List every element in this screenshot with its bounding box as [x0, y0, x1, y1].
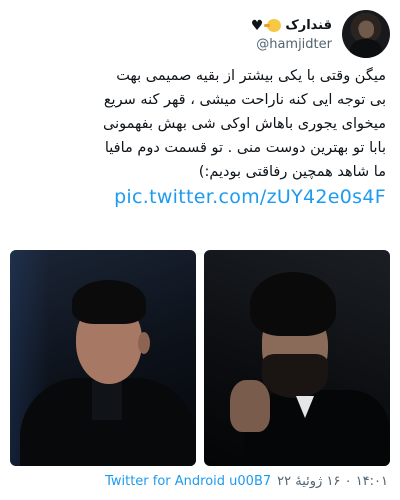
tweet-text: میگن وقتی با یکی بیشتر از بقیه صمیمی بهت…	[14, 64, 386, 184]
client-source[interactable]: Twitter for Android u00B7	[105, 474, 271, 489]
tweet-line: ما شاهد همچین رفاقتی بودیم:)	[198, 164, 386, 180]
tweet-line: میخوای یجوری باهاش اوکی شی بهش بفهمونی	[103, 116, 386, 132]
tweet-card: قندارک ♥ @hamjidter میگن وقتی با یکی بیش…	[0, 0, 400, 500]
user-names: قندارک ♥ @hamjidter	[251, 14, 332, 52]
black-heart-icon: ♥	[250, 17, 264, 34]
avatar[interactable]	[342, 10, 390, 58]
tweet-footer: Twitter for Android u00B7 ۱۴:۰۱ ۰ ۱۶ ژوئ…	[12, 474, 388, 489]
tweet-line: بی توجه ایی کنه ناراحت میشی ، قهر کنه سر…	[103, 92, 386, 108]
timestamp[interactable]: ۱۴:۰۱ ۰ ۱۶ ژوئیهٔ ۲۲	[277, 474, 388, 489]
tweet-link[interactable]: pic.twitter.com/zUY42e0s4F	[14, 186, 386, 208]
hatching-chick-icon	[264, 19, 282, 32]
photo-man-with-beard[interactable]	[204, 250, 390, 466]
display-name-row[interactable]: قندارک ♥	[251, 18, 332, 33]
tweet-line: بابا تو بهترین دوست منی . تو قسمت دوم ما…	[104, 140, 386, 156]
display-name[interactable]: قندارک	[285, 18, 332, 33]
tweet-line: میگن وقتی با یکی بیشتر از بقیه صمیمی بهت	[116, 68, 386, 84]
photo-man-in-suit[interactable]	[10, 250, 196, 466]
media-grid	[10, 250, 390, 466]
user-handle[interactable]: @hamjidter	[251, 37, 332, 52]
tweet-header: قندارک ♥ @hamjidter	[10, 8, 390, 60]
